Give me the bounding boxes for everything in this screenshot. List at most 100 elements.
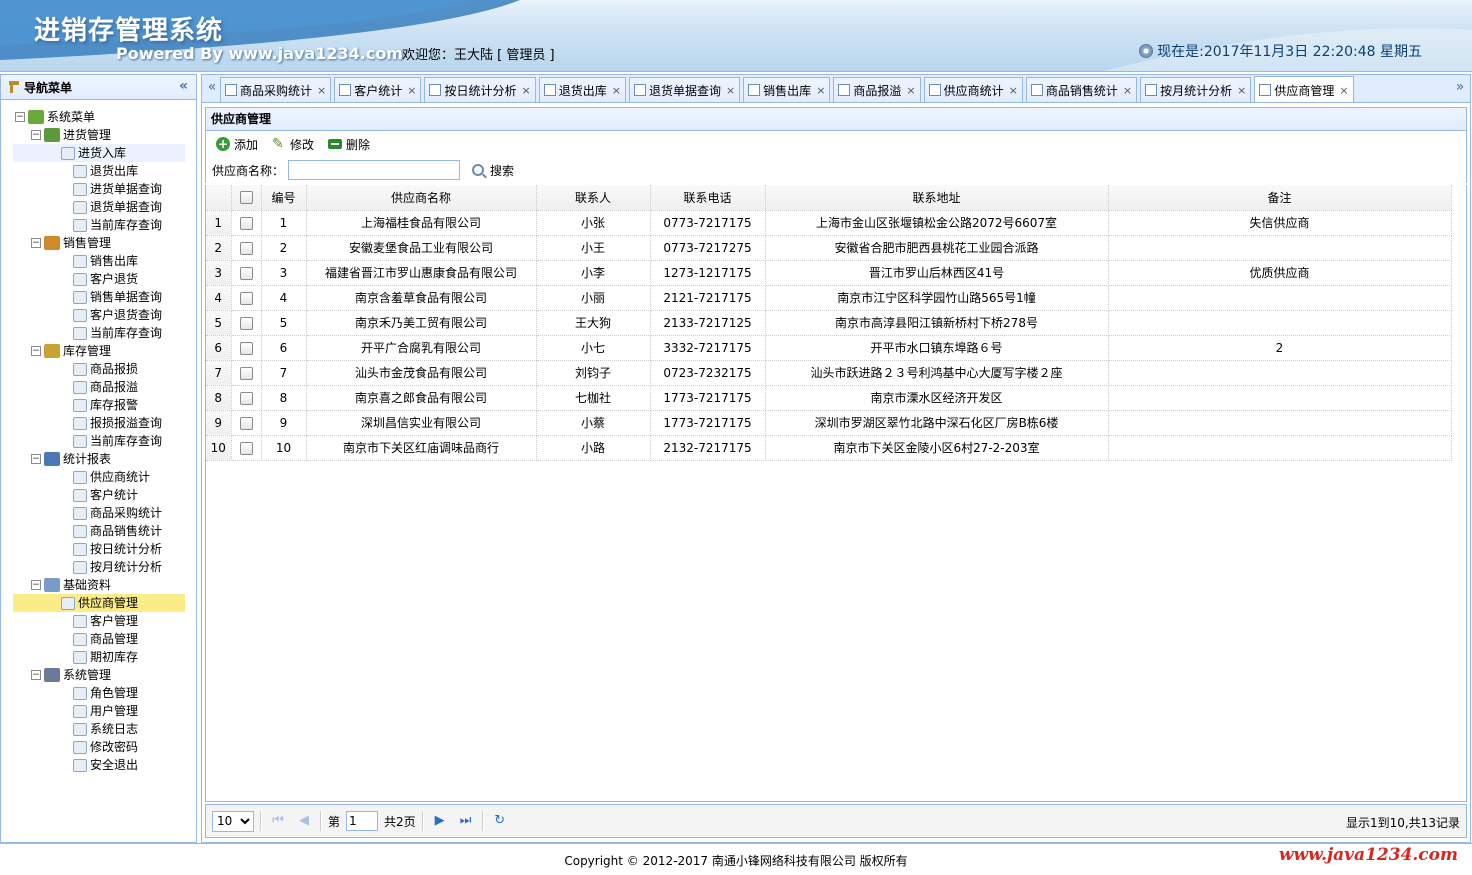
nav-item[interactable]: 商品销售统计: [13, 522, 196, 540]
tab[interactable]: 按日统计分析 ×: [424, 77, 536, 102]
edit-button[interactable]: ✎ 修改: [272, 136, 314, 153]
row-select[interactable]: [231, 285, 262, 311]
row-checkbox[interactable]: [239, 316, 253, 330]
row-checkbox[interactable]: [239, 216, 253, 230]
nav-group[interactable]: − 库存管理: [1, 342, 196, 360]
refresh-icon[interactable]: ↻: [490, 811, 510, 831]
first-page-icon[interactable]: ⏮: [268, 811, 288, 831]
nav-item[interactable]: 当前库存查询: [13, 432, 196, 450]
row-checkbox[interactable]: [239, 341, 253, 355]
next-page-icon[interactable]: ▶: [430, 811, 450, 831]
tab-scroll-left-button[interactable]: «: [204, 79, 220, 99]
search-button[interactable]: 搜索: [472, 162, 514, 179]
tab-scroll-right-button[interactable]: »: [1452, 79, 1468, 99]
table-row[interactable]: 10 10 南京市下关区红庙调味品商行 小路 2132-7217175 南京市下关区金陵小…: [206, 435, 1452, 461]
tab-close-icon[interactable]: ×: [521, 84, 530, 97]
supplier-name-input[interactable]: [288, 160, 461, 180]
tab-close-icon[interactable]: ×: [407, 84, 416, 97]
nav-item[interactable]: 退货出库: [13, 162, 196, 180]
last-page-icon[interactable]: ⏭: [456, 811, 476, 831]
id-header[interactable]: 编号: [261, 185, 307, 211]
collapse-toggle-icon[interactable]: −: [15, 112, 25, 122]
nav-item[interactable]: 供应商管理: [13, 594, 185, 612]
row-select[interactable]: [231, 410, 262, 436]
row-select[interactable]: [231, 310, 262, 336]
row-select[interactable]: [231, 385, 262, 411]
nav-item[interactable]: 用户管理: [13, 702, 196, 720]
table-row[interactable]: 7 7 汕头市金茂食品有限公司 刘钧子 0723-7232175 汕头市跃进路２３号利鸿基…: [206, 360, 1452, 386]
tree-root[interactable]: − 系统菜单: [1, 108, 196, 126]
nav-group[interactable]: − 销售管理: [1, 234, 196, 252]
tab-close-icon[interactable]: ×: [726, 84, 735, 97]
collapse-toggle-icon[interactable]: −: [31, 238, 41, 248]
nav-item[interactable]: 修改密码: [13, 738, 196, 756]
tab-close-icon[interactable]: ×: [612, 84, 621, 97]
nav-group[interactable]: − 进货管理: [1, 126, 196, 144]
contact-header[interactable]: 联系人: [536, 185, 651, 211]
row-select[interactable]: [231, 235, 262, 261]
tab-close-icon[interactable]: ×: [906, 84, 915, 97]
nav-item[interactable]: 系统日志: [13, 720, 196, 738]
nav-item[interactable]: 按日统计分析: [13, 540, 196, 558]
table-row[interactable]: 6 6 开平广合腐乳有限公司 小七 3332-7217175 开平市水口镇东埠路６号 2: [206, 335, 1452, 361]
nav-item[interactable]: 退货单据查询: [13, 198, 196, 216]
collapse-toggle-icon[interactable]: −: [31, 346, 41, 356]
nav-item[interactable]: 期初库存: [13, 648, 196, 666]
tab[interactable]: 商品采购统计 ×: [220, 77, 332, 102]
row-checkbox[interactable]: [239, 441, 253, 455]
tab[interactable]: 退货出库 ×: [538, 77, 626, 102]
tab-close-icon[interactable]: ×: [1339, 84, 1348, 97]
table-row[interactable]: 2 2 安徽麦堡食品工业有限公司 小王 0773-7217275 安徽省合肥市肥西县桃花工…: [206, 235, 1452, 261]
supplier-name-header[interactable]: 供应商名称: [306, 185, 537, 211]
row-checkbox[interactable]: [239, 366, 253, 380]
tab-close-icon[interactable]: ×: [1123, 84, 1132, 97]
nav-item[interactable]: 客户退货: [13, 270, 196, 288]
row-select[interactable]: [231, 260, 262, 286]
page-number-input[interactable]: [346, 811, 379, 831]
tab[interactable]: 商品报溢 ×: [833, 77, 921, 102]
nav-item[interactable]: 报损报溢查询: [13, 414, 196, 432]
nav-item[interactable]: 客户统计: [13, 486, 196, 504]
row-checkbox[interactable]: [239, 291, 253, 305]
row-select[interactable]: [231, 360, 262, 386]
nav-item[interactable]: 销售出库: [13, 252, 196, 270]
nav-item[interactable]: 当前库存查询: [13, 216, 196, 234]
select-all-header[interactable]: [231, 185, 262, 211]
collapse-toggle-icon[interactable]: −: [31, 670, 41, 680]
row-checkbox[interactable]: [239, 241, 253, 255]
collapse-toggle-icon[interactable]: −: [31, 580, 41, 590]
nav-item[interactable]: 商品管理: [13, 630, 196, 648]
row-select[interactable]: [231, 210, 262, 236]
nav-item[interactable]: 销售单据查询: [13, 288, 196, 306]
add-button[interactable]: + 添加: [216, 136, 258, 153]
nav-item[interactable]: 进货单据查询: [13, 180, 196, 198]
nav-item[interactable]: 库存报警: [13, 396, 196, 414]
row-checkbox[interactable]: [239, 416, 253, 430]
delete-button[interactable]: 删除: [328, 136, 370, 153]
tab[interactable]: 供应商统计 ×: [923, 77, 1023, 102]
nav-item[interactable]: 客户退货查询: [13, 306, 196, 324]
nav-item[interactable]: 进货入库: [13, 144, 185, 162]
nav-item[interactable]: 商品报溢: [13, 378, 196, 396]
phone-header[interactable]: 联系电话: [650, 185, 766, 211]
nav-item[interactable]: 当前库存查询: [13, 324, 196, 342]
nav-group[interactable]: − 统计报表: [1, 450, 196, 468]
nav-item[interactable]: 安全退出: [13, 756, 196, 774]
remark-header[interactable]: 备注: [1108, 185, 1452, 211]
table-row[interactable]: 4 4 南京含羞草食品有限公司 小丽 2121-7217175 南京市江宁区科学园竹山路5…: [206, 285, 1452, 311]
nav-group[interactable]: − 系统管理: [1, 666, 196, 684]
page-size-select[interactable]: 10: [212, 810, 254, 832]
tab[interactable]: 商品销售统计 ×: [1025, 77, 1138, 102]
row-select[interactable]: [231, 435, 262, 461]
nav-item[interactable]: 按月统计分析: [13, 558, 196, 576]
table-row[interactable]: 8 8 南京喜之郎食品有限公司 七枷社 1773-7217175 南京市溧水区经济开发区: [206, 385, 1452, 411]
tab-close-icon[interactable]: ×: [1009, 84, 1018, 97]
tab[interactable]: 退货单据查询 ×: [628, 77, 741, 102]
address-header[interactable]: 联系地址: [765, 185, 1109, 211]
nav-item[interactable]: 角色管理: [13, 684, 196, 702]
tab-close-icon[interactable]: ×: [1237, 84, 1246, 97]
nav-group[interactable]: − 基础资料: [1, 576, 196, 594]
row-select[interactable]: [231, 335, 262, 361]
nav-collapse-button[interactable]: «: [179, 78, 188, 94]
tab[interactable]: 按月统计分析 ×: [1140, 77, 1252, 102]
